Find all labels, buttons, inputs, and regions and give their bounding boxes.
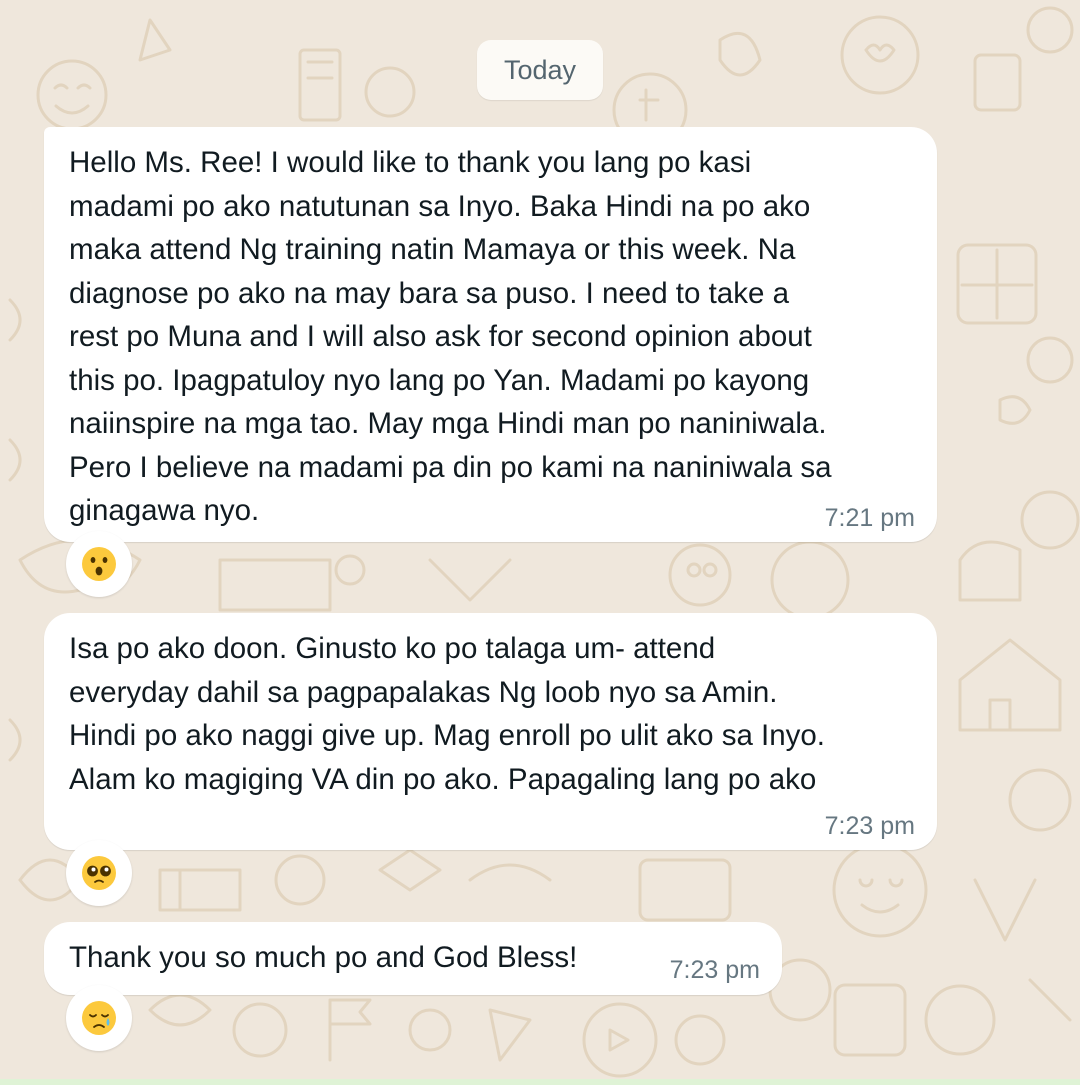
message-text: Thank you so much po and God Bless! bbox=[69, 941, 578, 974]
message-reaction[interactable] bbox=[66, 840, 132, 906]
message-bubble[interactable]: Isa po ako doon. Ginusto ko po talaga um… bbox=[44, 613, 937, 850]
input-bar-edge bbox=[0, 1079, 1080, 1085]
pleading-face-emoji bbox=[82, 856, 116, 890]
hushed-face-emoji bbox=[82, 547, 116, 581]
message-timestamp: 7:21 pm bbox=[824, 504, 915, 532]
chat-area[interactable]: Today Hello Ms. Ree! I would like to tha… bbox=[0, 0, 1080, 1085]
message-text: Isa po ako doon. Ginusto ko po talaga um… bbox=[69, 632, 825, 796]
message-timestamp: 7:23 pm bbox=[669, 956, 760, 984]
message-bubble[interactable]: Thank you so much po and God Bless! 7:23… bbox=[44, 922, 782, 995]
message-reaction[interactable] bbox=[66, 985, 132, 1051]
message-bubble[interactable]: Hello Ms. Ree! I would like to thank you… bbox=[44, 127, 937, 542]
message-text: Hello Ms. Ree! I would like to thank you… bbox=[69, 146, 832, 527]
date-chip: Today bbox=[477, 40, 603, 100]
sad-but-relieved-face-emoji bbox=[82, 1001, 116, 1035]
message-timestamp: 7:23 pm bbox=[824, 812, 915, 840]
message-reaction[interactable] bbox=[66, 531, 132, 597]
